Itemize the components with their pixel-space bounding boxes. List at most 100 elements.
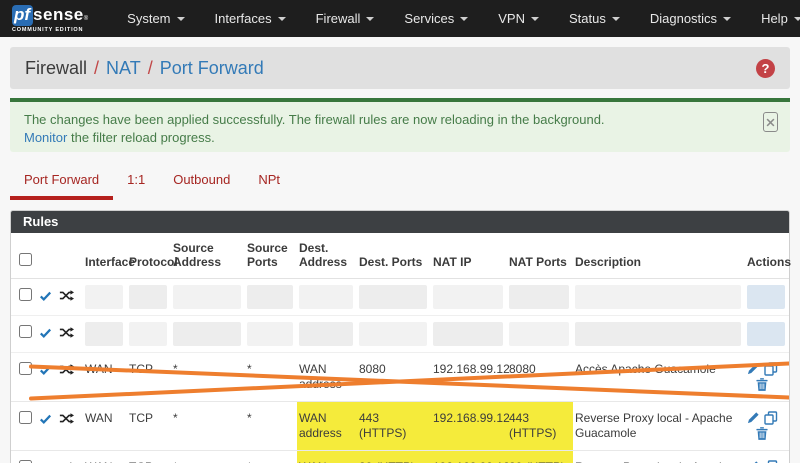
- nav-menu: System Interfaces Firewall Services VPN …: [114, 5, 800, 32]
- col-description: Description: [573, 233, 745, 279]
- rules-panel: Rules Interface Protocol Source Address …: [10, 210, 791, 463]
- row-checkbox[interactable]: [19, 288, 32, 301]
- copy-rule-button[interactable]: [764, 362, 778, 376]
- col-nat-ports: NAT Ports: [507, 233, 573, 279]
- cell-nat-ports: 8080: [507, 352, 573, 402]
- col-dest-address: Dest. Address: [297, 233, 357, 279]
- cell-nat-ip-highlighted: 192.168.99.12: [431, 401, 510, 451]
- success-alert: The changes have been applied successful…: [10, 98, 790, 152]
- nav-item-label: System: [127, 11, 171, 26]
- tab-1to1[interactable]: 1:1: [113, 162, 159, 196]
- alert-message: The changes have been applied successful…: [24, 112, 605, 127]
- linked-rule-shuffle-icon[interactable]: [59, 363, 74, 376]
- nav-item-status[interactable]: Status: [556, 5, 633, 32]
- top-navbar: pf sense ® COMMUNITY EDITION System Interf…: [0, 0, 800, 37]
- nav-item-interfaces[interactable]: Interfaces: [202, 5, 299, 32]
- col-protocol: Protocol: [127, 233, 178, 279]
- chevron-down-icon: [531, 16, 539, 21]
- redacted-content: [747, 285, 785, 309]
- nav-item-diagnostics[interactable]: Diagnostics: [637, 5, 744, 32]
- rule-enabled-check-icon[interactable]: [39, 413, 52, 425]
- cell-interface: WAN: [83, 352, 127, 402]
- rule-enabled-check-icon[interactable]: [39, 364, 52, 376]
- nav-item-system[interactable]: System: [114, 5, 197, 32]
- help-icon[interactable]: ?: [756, 58, 775, 78]
- cell-description: Reverse Proxy local - Apache Guacamole: [573, 401, 745, 451]
- chevron-down-icon: [611, 16, 620, 21]
- table-row-redacted: [11, 278, 789, 316]
- redacted-content: [247, 322, 293, 346]
- redacted-content: [747, 322, 785, 346]
- redacted-content: [359, 322, 427, 346]
- cell-dest-address-highlighted: WAN address: [297, 401, 357, 451]
- chevron-down-icon: [366, 16, 375, 21]
- cell-source-ports: *: [245, 401, 297, 451]
- row-checkbox[interactable]: [19, 325, 32, 338]
- redacted-content: [129, 285, 167, 309]
- alert-close-button[interactable]: [763, 112, 778, 132]
- edit-rule-button[interactable]: [747, 411, 760, 425]
- nav-item-label: Status: [569, 11, 606, 26]
- table-header-row: Interface Protocol Source Address Source…: [11, 233, 791, 279]
- nav-item-firewall[interactable]: Firewall: [303, 5, 388, 32]
- nav-item-label: Diagnostics: [649, 11, 718, 26]
- redacted-content: [173, 285, 241, 309]
- breadcrumb-link-port-forward[interactable]: Port Forward: [160, 58, 264, 79]
- redacted-content: [575, 322, 741, 346]
- edit-rule-button[interactable]: [747, 362, 760, 376]
- cell-protocol: TCP: [127, 450, 171, 463]
- pencil-icon: [747, 412, 759, 424]
- redacted-content: [173, 322, 241, 346]
- col-actions: Actions: [745, 233, 791, 279]
- rule-enabled-check-icon[interactable]: [39, 327, 52, 339]
- table-row-redacted: [11, 315, 789, 353]
- breadcrumb: Firewall / NAT / Port Forward ?: [10, 47, 790, 89]
- breadcrumb-separator: /: [94, 57, 100, 78]
- redacted-content: [509, 322, 569, 346]
- tab-port-forward[interactable]: Port Forward: [10, 162, 114, 200]
- tab-outbound[interactable]: Outbound: [159, 162, 244, 196]
- delete-rule-button[interactable]: [756, 378, 768, 391]
- nat-tabs: Port Forward 1:1 Outbound NPt: [10, 162, 790, 204]
- row-checkbox[interactable]: [19, 362, 32, 375]
- cell-nat-ip: 192.168.99.12: [431, 352, 510, 402]
- table-row-8080: WAN TCP * * WAN address 8080 192.168.99.…: [11, 352, 789, 402]
- nav-item-services[interactable]: Services: [391, 5, 481, 32]
- cell-dest-ports: 8080: [357, 352, 431, 402]
- redacted-content: [359, 285, 427, 309]
- trash-icon: [756, 427, 768, 440]
- cell-interface: WAN: [83, 450, 127, 463]
- redacted-content: [433, 322, 503, 346]
- cell-source-address: *: [171, 401, 245, 451]
- delete-rule-button[interactable]: [756, 427, 768, 440]
- cell-nat-ip-highlighted: 192.168.99.12: [431, 450, 510, 463]
- nav-item-vpn[interactable]: VPN: [485, 5, 552, 32]
- cell-nat-ports-highlighted: 80 (HTTP): [507, 450, 573, 463]
- cell-dest-address-highlighted: WAN address: [297, 450, 357, 463]
- col-dest-ports: Dest. Ports: [357, 233, 431, 279]
- linked-rule-shuffle-icon[interactable]: [59, 326, 74, 339]
- breadcrumb-separator: /: [147, 57, 153, 78]
- tab-npt[interactable]: NPt: [244, 162, 294, 196]
- nav-item-help[interactable]: Help: [748, 5, 800, 32]
- col-source-address: Source Address: [171, 233, 245, 279]
- cell-description: Accès Apache Guacamole: [573, 352, 745, 402]
- select-all-checkbox[interactable]: [19, 253, 32, 266]
- chevron-down-icon: [277, 16, 286, 21]
- copy-rule-button[interactable]: [764, 411, 778, 425]
- redacted-content: [299, 285, 353, 309]
- redacted-content: [129, 322, 167, 346]
- row-checkbox[interactable]: [19, 411, 32, 424]
- breadcrumb-link-nat[interactable]: NAT: [106, 58, 141, 79]
- table-row-443: WAN TCP * * WAN address 443 (HTTPS) 192.…: [11, 401, 789, 451]
- linked-rule-shuffle-icon[interactable]: [59, 412, 74, 425]
- logo-sense-text: sense: [33, 4, 84, 24]
- col-nat-ip: NAT IP: [431, 233, 507, 279]
- copy-icon: [764, 362, 778, 376]
- monitor-link[interactable]: Monitor: [24, 130, 67, 145]
- cell-dest-ports-highlighted: 443 (HTTPS): [357, 401, 431, 451]
- pfsense-logo[interactable]: pf sense ® COMMUNITY EDITION: [12, 4, 88, 33]
- rule-enabled-check-icon[interactable]: [39, 290, 52, 302]
- chevron-down-icon: [460, 16, 469, 21]
- linked-rule-shuffle-icon[interactable]: [59, 289, 74, 302]
